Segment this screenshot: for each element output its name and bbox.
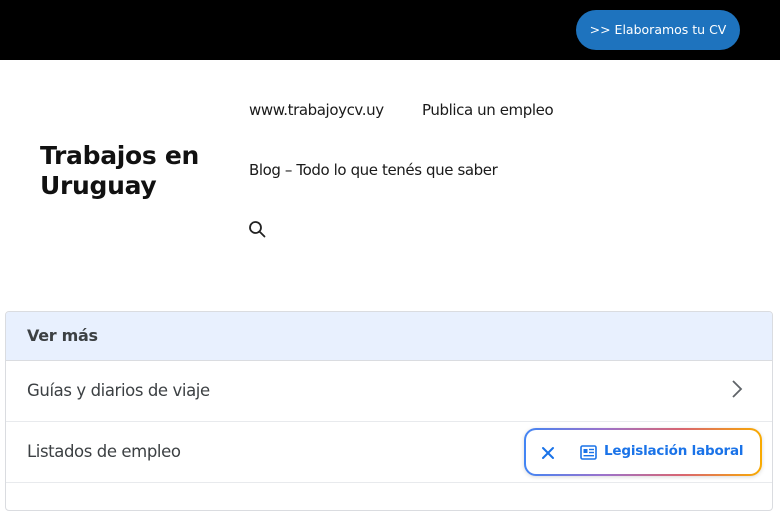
related-topics-panel: Ver más Guías y diarios de viaje Listado… (5, 311, 773, 511)
document-icon (580, 445, 597, 460)
chip-label: Legislación laboral (604, 443, 744, 459)
nav-link-blog[interactable]: Blog – Todo lo que tenés que saber (249, 161, 498, 179)
cv-service-button[interactable]: >> Elaboramos tu CV (576, 10, 740, 50)
top-bar: >> Elaboramos tu CV (0, 0, 780, 60)
close-icon[interactable] (540, 445, 556, 461)
list-item-label: Listados de empleo (27, 442, 181, 461)
panel-title: Ver más (27, 326, 98, 345)
nav-link-trabajoycv[interactable]: www.trabajoycv.uy (249, 101, 384, 119)
nav-link-publica-empleo[interactable]: Publica un empleo (422, 101, 554, 119)
list-item[interactable]: Guías y diarios de viaje (6, 361, 772, 422)
panel-header: Ver más (6, 312, 772, 361)
suggestion-chip[interactable]: Legislación laboral (524, 428, 762, 476)
site-title[interactable]: Trabajos en Uruguay (40, 141, 230, 201)
search-button[interactable] (248, 220, 266, 238)
search-icon (249, 221, 266, 238)
list-item-label: Guías y diarios de viaje (27, 381, 210, 400)
chevron-right-icon (732, 380, 743, 398)
